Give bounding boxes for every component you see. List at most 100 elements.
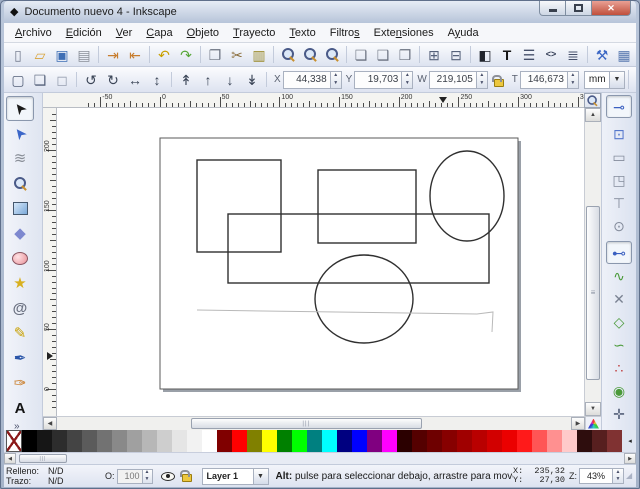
tool-node-editor[interactable]: ➤: [6, 121, 34, 146]
menu-ver[interactable]: Ver: [109, 25, 140, 41]
width-field-value[interactable]: 219,105: [429, 71, 477, 89]
palette-swatch[interactable]: [442, 430, 457, 452]
raise-to-top-button[interactable]: ↟: [175, 69, 197, 90]
horizontal-scroll-thumb[interactable]: [191, 418, 422, 429]
palette-swatch[interactable]: [82, 430, 97, 452]
palette-scroll-thumb[interactable]: [19, 454, 67, 463]
palette-swatch[interactable]: [502, 430, 517, 452]
height-field[interactable]: T146,673▲▼: [512, 71, 579, 89]
palette-swatch-none[interactable]: [6, 430, 22, 452]
menu-trayecto[interactable]: Trayecto: [226, 25, 282, 41]
tool-selector[interactable]: ➤: [6, 96, 34, 121]
minimize-button[interactable]: [539, 1, 566, 16]
snap-object-centers-button[interactable]: ◉: [606, 379, 632, 402]
menu-extensiones[interactable]: Extensiones: [367, 25, 441, 41]
unlink-clone-button[interactable]: ❒: [394, 44, 416, 65]
layers-dialog-button[interactable]: ☰: [518, 44, 540, 65]
y-field-spinner[interactable]: ▲▼: [402, 71, 413, 89]
palette-swatch[interactable]: [142, 430, 157, 452]
open-document-button[interactable]: ▱: [29, 44, 51, 65]
y-field-value[interactable]: 19,703: [354, 71, 402, 89]
flip-horizontal-button[interactable]: ↔: [124, 69, 146, 90]
scroll-left-button[interactable]: ◀: [43, 417, 57, 430]
resize-grip[interactable]: ◢: [626, 471, 634, 487]
palette-swatch[interactable]: [217, 430, 232, 452]
width-field[interactable]: W219,105▲▼: [417, 71, 487, 89]
align-dialog-button[interactable]: ≣: [562, 44, 584, 65]
palette-swatch[interactable]: [322, 430, 337, 452]
select-all-layers-button[interactable]: ❏: [29, 69, 51, 90]
raise-button[interactable]: ↑: [197, 69, 219, 90]
dimension-lock-icon[interactable]: [494, 79, 504, 87]
snap-bbox-button[interactable]: ⊡: [606, 122, 632, 145]
zoom-drawing-button[interactable]: [299, 44, 321, 65]
palette-swatch[interactable]: [352, 430, 367, 452]
lower-to-bottom-button[interactable]: ↡: [241, 69, 263, 90]
palette-swatch[interactable]: [97, 430, 112, 452]
y-field[interactable]: Y19,703▲▼: [346, 71, 414, 89]
copy-button[interactable]: ❐: [204, 44, 226, 65]
save-document-button[interactable]: ▣: [51, 44, 73, 65]
palette-swatch[interactable]: [607, 430, 622, 452]
new-document-button[interactable]: ▯: [7, 44, 29, 65]
vertical-ruler[interactable]: 200150100500: [43, 108, 57, 416]
chevron-down-icon[interactable]: ▼: [610, 71, 625, 89]
menu-edicion[interactable]: Edición: [59, 25, 109, 41]
snap-nodes-toggle-button[interactable]: ⊷: [606, 241, 632, 264]
palette-swatch[interactable]: [412, 430, 427, 452]
palette-swatch[interactable]: [472, 430, 487, 452]
titlebar[interactable]: ◆ Documento nuevo 4 - Inkscape ✕: [4, 1, 636, 23]
ungroup-button[interactable]: ⊟: [445, 44, 467, 65]
tool-pencil[interactable]: ✎: [6, 321, 34, 346]
layer-selector[interactable]: Layer 1 ▼: [202, 468, 269, 485]
palette-swatch[interactable]: [307, 430, 322, 452]
vertical-scrollbar[interactable]: ▲ ▼: [584, 108, 601, 416]
horizontal-ruler[interactable]: -50050100150200250300350: [43, 93, 584, 108]
color-management-toggle[interactable]: [585, 417, 601, 430]
palette-arrow-button[interactable]: ◂: [624, 430, 636, 452]
palette-swatch[interactable]: [277, 430, 292, 452]
menu-archivo[interactable]: Archivo: [8, 25, 59, 41]
height-field-spinner[interactable]: ▲▼: [568, 71, 579, 89]
palette-swatch[interactable]: [292, 430, 307, 452]
snap-rotation-center-button[interactable]: ✛: [606, 402, 632, 425]
import-button[interactable]: ⇥: [102, 44, 124, 65]
palette-swatch[interactable]: [67, 430, 82, 452]
palette-swatch[interactable]: [232, 430, 247, 452]
tool-tweak[interactable]: ≋: [6, 146, 34, 171]
scroll-up-button[interactable]: ▲: [585, 108, 601, 122]
palette-swatch[interactable]: [367, 430, 382, 452]
close-button[interactable]: ✕: [592, 1, 631, 16]
palette-swatch[interactable]: [532, 430, 547, 452]
duplicate-button[interactable]: ❏: [350, 44, 372, 65]
fill-stroke-indicator[interactable]: Relleno:N/D Trazo:N/D: [6, 466, 101, 487]
palette-swatch[interactable]: [562, 430, 577, 452]
palette-swatch[interactable]: [202, 430, 217, 452]
palette-swatch[interactable]: [487, 430, 502, 452]
layer-visibility-icon[interactable]: [161, 472, 175, 481]
snap-toggle-button[interactable]: ⊸: [606, 95, 632, 118]
palette-swatch[interactable]: [397, 430, 412, 452]
menu-texto[interactable]: Texto: [282, 25, 322, 41]
palette-swatch[interactable]: [127, 430, 142, 452]
flip-vertical-button[interactable]: ↕: [146, 69, 168, 90]
xml-editor-button[interactable]: <>: [540, 44, 562, 65]
unit-selector[interactable]: mm ▼: [584, 71, 625, 89]
deselect-button[interactable]: ◻: [51, 69, 73, 90]
fill-stroke-dialog-button[interactable]: ◧: [474, 44, 496, 65]
width-field-spinner[interactable]: ▲▼: [477, 71, 488, 89]
tool-text[interactable]: A: [6, 396, 34, 421]
vertical-scroll-thumb[interactable]: [586, 206, 600, 380]
opacity-value[interactable]: 100: [117, 469, 143, 484]
snap-intersections-button[interactable]: ✕: [606, 287, 632, 310]
print-button[interactable]: ▤: [73, 44, 95, 65]
x-field[interactable]: X44,338▲▼: [274, 71, 342, 89]
menu-filtros[interactable]: Filtros: [323, 25, 367, 41]
redo-button[interactable]: ↷: [175, 44, 197, 65]
snap-cusp-nodes-button[interactable]: ◇: [606, 310, 632, 333]
maximize-button[interactable]: [566, 1, 592, 16]
palette-scroll-right-button[interactable]: ▶: [624, 453, 636, 464]
document-properties-button[interactable]: ▦: [613, 44, 635, 65]
snap-bbox-centers-button[interactable]: ⊙: [606, 214, 632, 237]
snap-smooth-nodes-button[interactable]: ∽: [606, 333, 632, 356]
